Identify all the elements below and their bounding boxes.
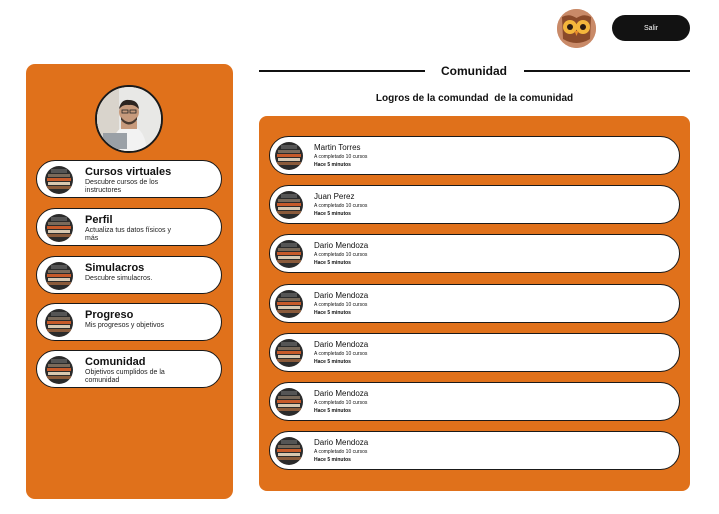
- feed-time: Hace 5 minutos: [314, 457, 351, 463]
- books-thumbnail-icon: [275, 437, 303, 465]
- sidebar-item-title: Perfil: [85, 214, 113, 226]
- books-thumbnail-icon: [45, 214, 73, 242]
- feed-time: Hace 5 minutos: [314, 310, 351, 316]
- feed-time: Hace 5 minutos: [314, 162, 351, 168]
- books-thumbnail-icon: [275, 388, 303, 416]
- sidebar-item-perfil[interactable]: Perfil Actualiza tus datos físicos y más: [36, 208, 222, 246]
- books-thumbnail-icon: [275, 191, 303, 219]
- title-divider-right: [524, 70, 690, 72]
- feed-item[interactable]: Martin Torres A completado 10 cursos Hac…: [269, 136, 680, 175]
- books-thumbnail-icon: [45, 166, 73, 194]
- sidebar-item-title: Simulacros: [85, 262, 145, 274]
- feed-achievement: A completado 10 cursos: [314, 449, 368, 455]
- books-thumbnail-icon: [275, 142, 303, 170]
- community-feed: Martin Torres A completado 10 cursos Hac…: [259, 116, 690, 491]
- sidebar-item-simulacros[interactable]: Simulacros Descubre simulacros.: [36, 256, 222, 294]
- sidebar-item-description: Actualiza tus datos físicos y más: [85, 227, 171, 242]
- sidebar-item-cursos-virtuales[interactable]: Cursos virtuales Descubre cursos de los …: [36, 160, 222, 198]
- owl-logo-icon[interactable]: [557, 9, 596, 48]
- feed-user-name: Dario Mendoza: [314, 291, 369, 300]
- sidebar-item-title: Progreso: [85, 309, 134, 321]
- books-thumbnail-icon: [45, 262, 73, 290]
- feed-item[interactable]: Dario Mendoza A completado 10 cursos Hac…: [269, 234, 680, 273]
- profile-avatar[interactable]: [95, 85, 163, 153]
- feed-user-name: Dario Mendoza: [314, 340, 369, 349]
- sidebar-item-title: Comunidad: [85, 356, 146, 368]
- books-thumbnail-icon: [45, 356, 73, 384]
- logout-button[interactable]: Salir: [612, 15, 690, 41]
- feed-achievement: A completado 10 cursos: [314, 203, 368, 209]
- sidebar-item-description: Mis progresos y objetivos: [85, 322, 164, 329]
- sidebar-item-title: Cursos virtuales: [85, 166, 172, 178]
- sidebar-item-description: Descubre simulacros.: [85, 275, 153, 282]
- sidebar-item-progreso[interactable]: Progreso Mis progresos y objetivos: [36, 303, 222, 341]
- feed-achievement: A completado 10 cursos: [314, 252, 368, 258]
- books-thumbnail-icon: [45, 309, 73, 337]
- feed-achievement: A completado 10 cursos: [314, 302, 368, 308]
- feed-time: Hace 5 minutos: [314, 408, 351, 414]
- feed-user-name: Dario Mendoza: [314, 241, 369, 250]
- books-thumbnail-icon: [275, 339, 303, 367]
- feed-achievement: A completado 10 cursos: [314, 351, 368, 357]
- feed-user-name: Martin Torres: [314, 143, 361, 152]
- sidebar-item-description: Objetivos cumplidos de la comunidad: [85, 369, 165, 384]
- feed-item[interactable]: Dario Mendoza A completado 10 cursos Hac…: [269, 284, 680, 323]
- section-subtitle: Logros de la comundad de la comunidad: [375, 93, 574, 104]
- title-divider-left: [259, 70, 425, 72]
- feed-time: Hace 5 minutos: [314, 359, 351, 365]
- sidebar-item-description: Descubre cursos de los instructores: [85, 179, 159, 194]
- sidebar: Cursos virtuales Descubre cursos de los …: [26, 64, 233, 499]
- feed-user-name: Dario Mendoza: [314, 389, 369, 398]
- feed-item[interactable]: Dario Mendoza A completado 10 cursos Hac…: [269, 333, 680, 372]
- feed-item[interactable]: Dario Mendoza A completado 10 cursos Hac…: [269, 431, 680, 470]
- page-title: Comunidad: [441, 64, 507, 78]
- feed-user-name: Dario Mendoza: [314, 438, 369, 447]
- books-thumbnail-icon: [275, 240, 303, 268]
- feed-achievement: A completado 10 cursos: [314, 400, 368, 406]
- feed-item[interactable]: Juan Perez A completado 10 cursos Hace 5…: [269, 185, 680, 224]
- feed-user-name: Juan Perez: [314, 192, 355, 201]
- feed-item[interactable]: Dario Mendoza A completado 10 cursos Hac…: [269, 382, 680, 421]
- books-thumbnail-icon: [275, 290, 303, 318]
- feed-achievement: A completado 10 cursos: [314, 154, 368, 160]
- feed-time: Hace 5 minutos: [314, 260, 351, 266]
- feed-time: Hace 5 minutos: [314, 211, 351, 217]
- sidebar-item-comunidad[interactable]: Comunidad Objetivos cumplidos de la comu…: [36, 350, 222, 388]
